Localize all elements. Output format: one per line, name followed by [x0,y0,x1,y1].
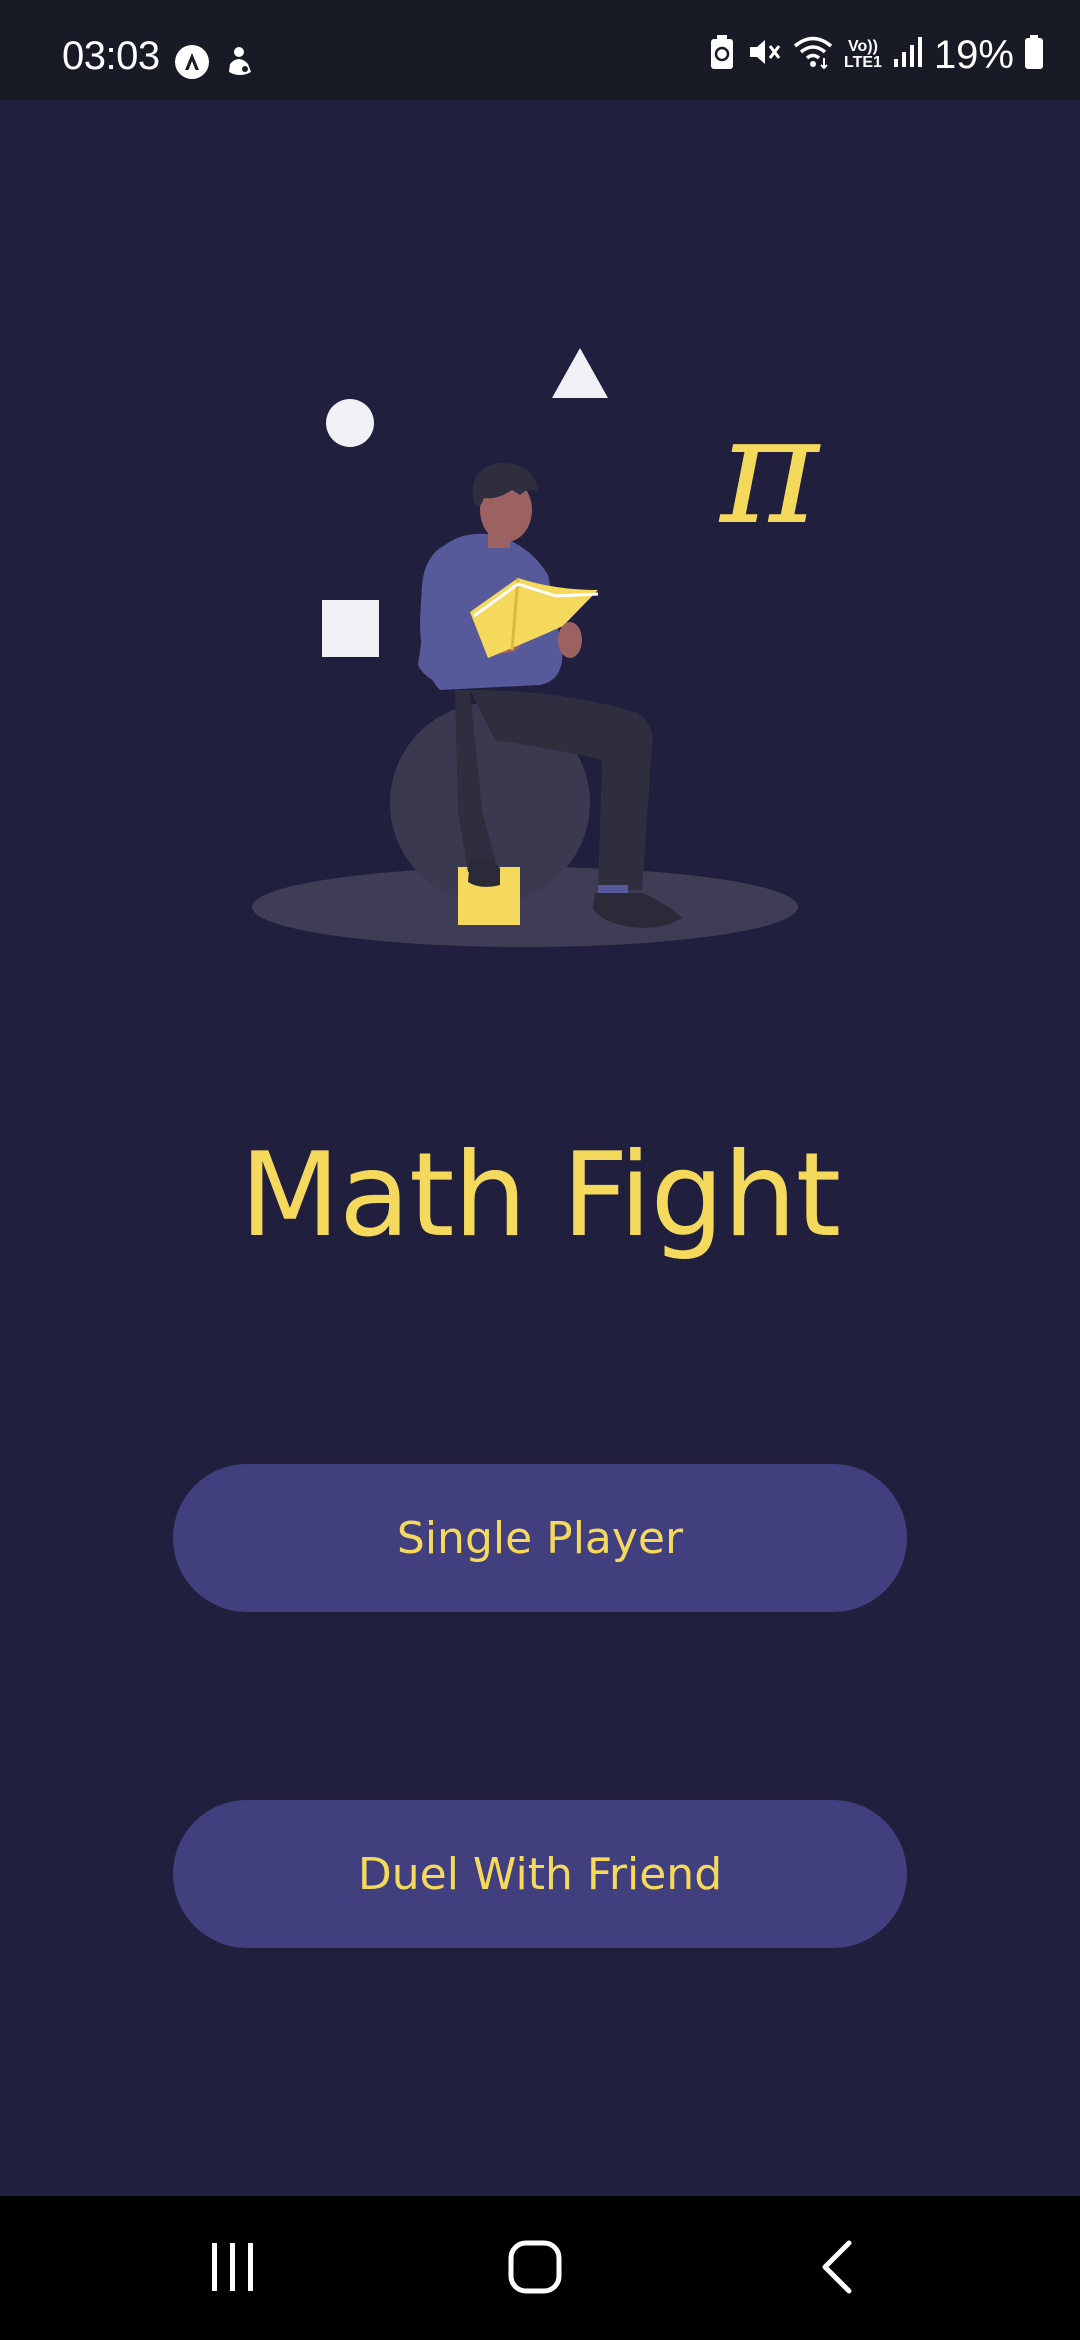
duel-with-friend-button[interactable]: Duel With Friend [173,1800,907,1948]
status-left-icons [174,44,256,85]
triangle-shape [552,348,608,398]
battery-percent: 19% [933,32,1014,77]
circle-shape [326,399,374,447]
volte-label: Vo)) [848,37,878,55]
recents-button[interactable] [188,2234,278,2304]
duel-with-friend-label: Duel With Friend [357,1848,723,1900]
single-player-button[interactable]: Single Player [173,1464,907,1612]
home-icon [507,2239,563,2300]
profile-notification-icon [224,44,256,85]
wifi-icon [792,34,834,75]
lte-label: LTE1 [844,53,882,71]
status-bar: 03:03 Vo)) LTE1 19% [0,0,1080,100]
battery-saver-icon [708,34,736,75]
battery-icon [1024,34,1044,75]
back-button[interactable] [792,2234,882,2304]
app-title: Math Fight [239,1128,841,1263]
pi-symbol: π [718,384,821,558]
status-right-cluster: Vo)) LTE1 19% [708,34,1044,75]
navigation-bar [0,2196,1080,2340]
notification-a-icon [174,44,210,85]
reading-person-illustration: π [240,340,840,960]
single-player-label: Single Player [396,1512,684,1564]
recents-icon [208,2241,258,2298]
square-shape [322,600,379,657]
volte-icon: Vo)) LTE1 [844,37,882,71]
signal-icon [892,35,924,74]
status-time: 03:03 [62,34,160,78]
mute-icon [746,34,782,75]
back-icon [819,2240,855,2299]
home-button[interactable] [490,2234,580,2304]
